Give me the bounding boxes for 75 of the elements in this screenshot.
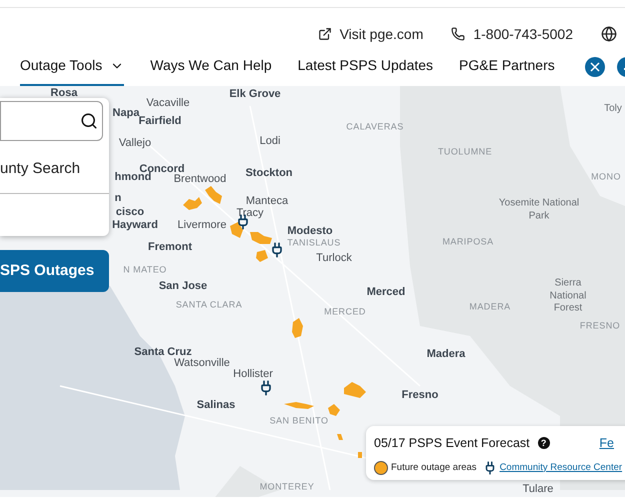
search-option[interactable]: unty Search <box>0 158 109 180</box>
map-label: Hayward <box>112 218 158 233</box>
map-label: Fairfield <box>138 114 182 129</box>
map-label: Fresno <box>402 388 438 403</box>
map-label: TUOLUMNE <box>438 145 492 158</box>
map-label: Vacaville <box>146 96 190 111</box>
map-label: TANISLAUS <box>287 236 341 250</box>
plug-icon[interactable] <box>269 242 285 258</box>
legend-item[interactable]: Community Resource Center <box>500 460 622 475</box>
outage-area <box>337 434 343 440</box>
map-label: Santa Cruz <box>134 344 192 358</box>
outage-area <box>230 222 243 238</box>
legend-item: Future outage areas <box>391 460 477 475</box>
map-label: Modesto <box>287 224 333 239</box>
nav-tab[interactable]: Ways We Can Help <box>150 47 272 87</box>
map-label: MARIPOSA <box>442 235 494 248</box>
map-label: Merced <box>366 284 406 300</box>
x-social-icon[interactable] <box>585 57 605 77</box>
map-label: N MATEO <box>123 263 167 276</box>
map-label: Yosemite National Park <box>498 198 580 222</box>
outage-area <box>344 382 366 398</box>
map-label: FRESNO <box>580 319 620 332</box>
map-label: Turlock <box>316 250 352 266</box>
outage-area <box>284 402 314 409</box>
map-label: Rosa <box>50 86 78 101</box>
map-label: San Jose <box>158 278 208 294</box>
outage-area <box>250 232 272 244</box>
map-label: Lodi <box>260 134 280 149</box>
outage-area <box>256 250 268 262</box>
nav-tab[interactable]: Latest PSPS Updates <box>298 47 434 87</box>
map-label: Brentwood <box>174 172 226 187</box>
map-label: CALAVERAS <box>346 120 404 134</box>
map-label: SAN BENITO <box>270 414 328 428</box>
nav-tab[interactable]: PG&E Partners <box>459 47 555 87</box>
map-label: MONO <box>591 170 621 184</box>
phone-icon <box>451 27 466 41</box>
map-label: MADERA <box>469 300 511 314</box>
outage-area <box>358 452 362 458</box>
outage-area <box>292 318 303 338</box>
legend-title: 05/17 PSPS Event Forecast <box>374 435 530 452</box>
map-label: MERCED <box>324 305 366 318</box>
outage-swatch <box>374 460 388 475</box>
map-label: Salinas <box>196 398 236 413</box>
search-field[interactable] <box>0 101 103 141</box>
outage-area <box>328 404 340 416</box>
map-label: Stockton <box>245 166 293 181</box>
map-label: cisco <box>116 204 144 220</box>
map-label: Livermore <box>178 218 226 233</box>
map-label: Elk Grove <box>229 86 281 102</box>
map-label: MONTEREY <box>260 480 314 494</box>
psps-outages-button[interactable]: SPS Outages <box>0 250 109 292</box>
help-icon[interactable]: ? <box>538 437 550 450</box>
map-label: Madera <box>426 346 466 362</box>
outage-area <box>205 186 222 204</box>
map-label: Fremont <box>148 240 192 255</box>
map-label: Vallejo <box>118 136 152 151</box>
external-link-icon <box>318 27 332 41</box>
map-label: Toly <box>604 102 622 116</box>
map-label: Tulare <box>522 482 554 497</box>
language-icon[interactable] <box>601 26 617 42</box>
map-label: n <box>114 190 122 206</box>
search-icon <box>80 112 98 130</box>
phone-link[interactable]: 1-800-743-5002 <box>451 24 573 44</box>
plug-icon[interactable] <box>258 380 274 396</box>
outage-area <box>183 197 202 210</box>
legend-link[interactable]: Fe <box>599 434 614 453</box>
map-label: hmond <box>114 170 152 185</box>
website-link[interactable]: Visit pge.com <box>318 24 424 44</box>
map-label: Hollister <box>233 366 273 382</box>
map-label: Tracy <box>236 206 264 221</box>
map-label: Manteca <box>246 194 288 208</box>
map-label: SANTA CLARA <box>176 298 242 312</box>
map-label: Sierra National Forest <box>548 277 588 315</box>
map-label: Watsonville <box>174 356 230 371</box>
map-label: Napa <box>112 106 140 119</box>
